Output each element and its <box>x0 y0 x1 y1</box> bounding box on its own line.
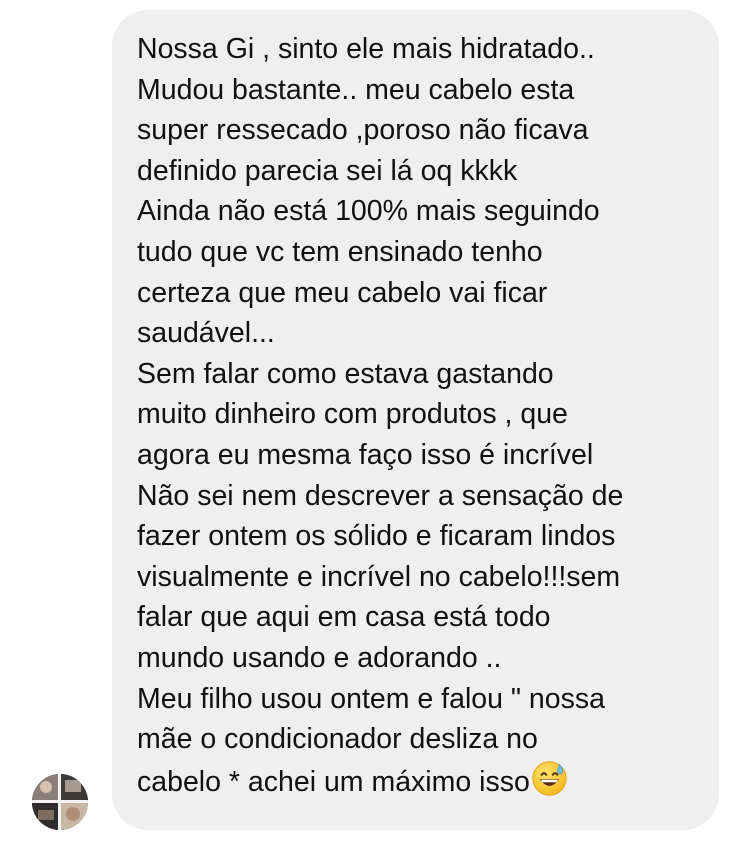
message-bubble[interactable]: Nossa Gi , sinto ele mais hidratado.. Mu… <box>112 10 719 830</box>
message-line: definido parecia sei lá oq kkkk <box>137 154 518 187</box>
message-text: Nossa Gi , sinto ele mais hidratado.. Mu… <box>137 29 709 808</box>
message-line: fazer ontem os sólido e ficaram lindos <box>137 520 616 553</box>
sender-avatar[interactable] <box>32 774 88 830</box>
message-line: Sem falar como estava gastando <box>137 357 554 390</box>
message-line: Não sei nem descrever a sensação de <box>137 479 624 512</box>
message-line: muito dinheiro com produtos , que <box>137 398 568 431</box>
message-line: Nossa Gi , sinto ele mais hidratado.. <box>137 33 595 65</box>
message-line: Meu filho usou ontem e falou " nossa <box>137 682 605 715</box>
message-line: mundo usando e adorando .. <box>137 641 502 674</box>
grinning-face-with-sweat-icon <box>531 760 568 809</box>
message-line: agora eu mesma faço isso é incrível <box>137 438 594 471</box>
message-line: certeza que meu cabelo vai ficar <box>137 276 548 309</box>
message-line: Ainda não está 100% mais seguindo <box>137 195 600 228</box>
message-line: falar que aqui em casa está todo <box>137 601 551 634</box>
message-line-last: cabelo * achei um máximo isso <box>137 760 709 809</box>
message-line: visualmente e incrível no cabelo!!!sem <box>137 560 621 593</box>
message-line: saudável... <box>137 317 275 350</box>
chat-area: Nossa Gi , sinto ele mais hidratado.. Mu… <box>0 0 746 841</box>
avatar-photo <box>32 774 88 830</box>
message-line: mãe o condicionador desliza no <box>137 723 538 756</box>
message-line: tudo que vc tem ensinado tenho <box>137 235 543 268</box>
message-line-text: cabelo * achei um máximo isso <box>137 765 530 798</box>
message-line: Mudou bastante.. meu cabelo esta <box>137 73 575 106</box>
message-line: super ressecado ,poroso não ficava <box>137 114 589 147</box>
